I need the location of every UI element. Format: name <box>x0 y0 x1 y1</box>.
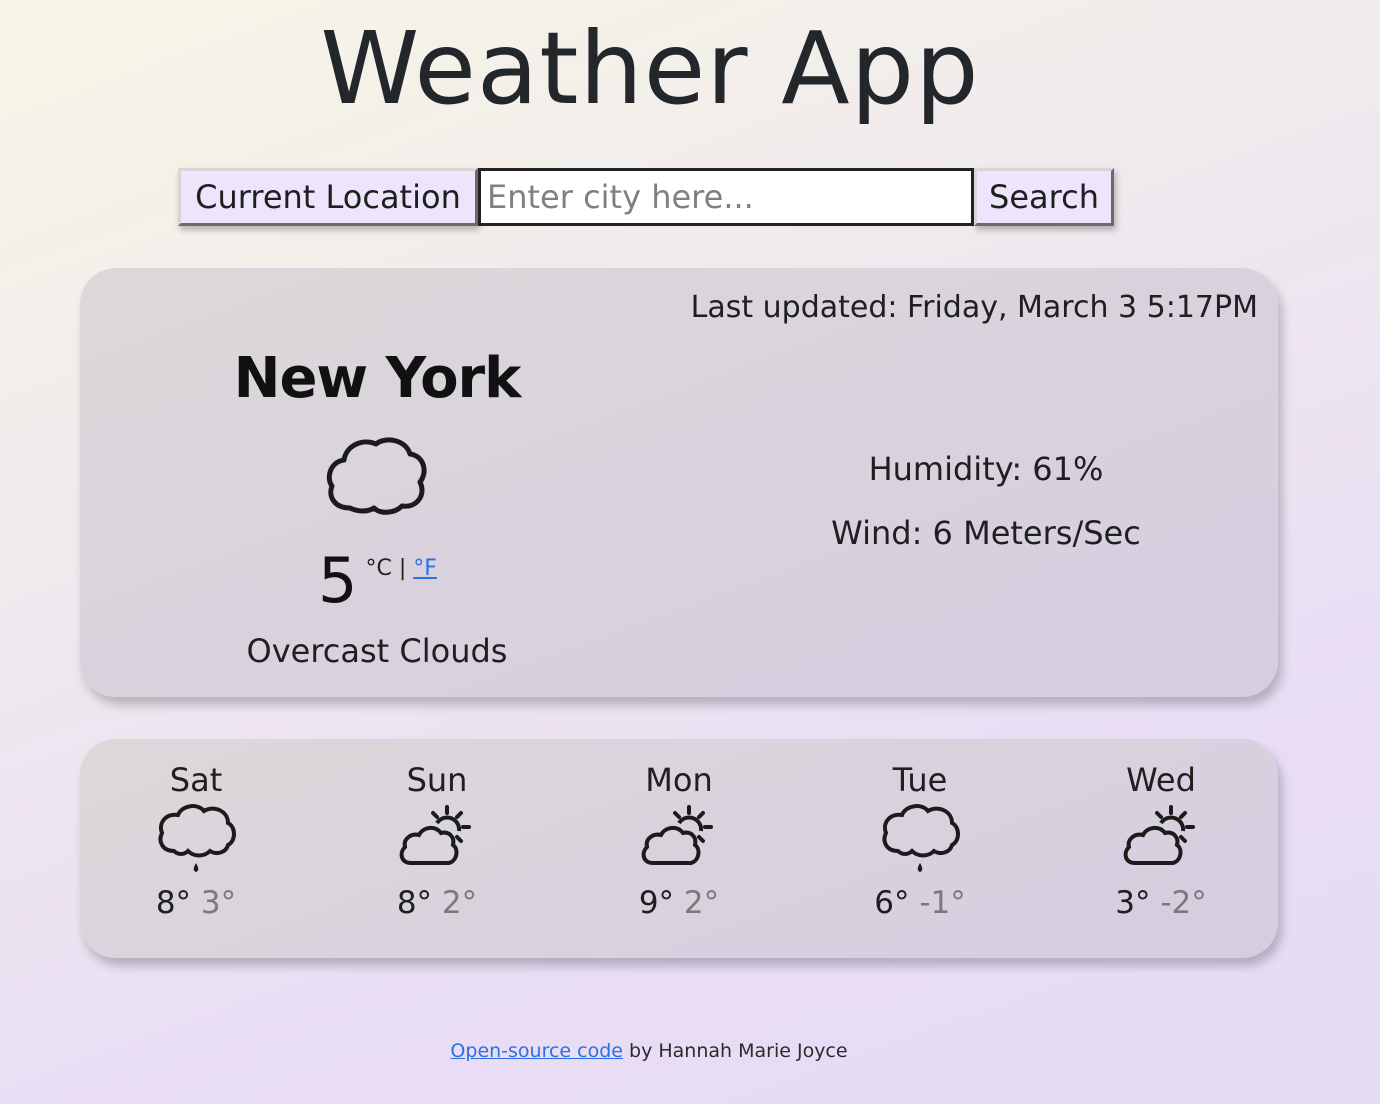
forecast-card: Sat 8° 3° Sun 8° 2° Mon 9° 2° Tue 6° -1°… <box>80 739 1278 958</box>
temperature-value: 5 <box>318 544 358 617</box>
forecast-max-temp: 8° <box>396 885 433 921</box>
forecast-day: Sat 8° 3° <box>126 761 266 921</box>
wind-text: Wind: 6 Meters/Sec <box>831 514 1141 552</box>
forecast-day: Sun 8° 2° <box>367 761 507 921</box>
fahrenheit-link[interactable]: °F <box>413 556 437 581</box>
forecast-day-name: Sat <box>169 761 223 799</box>
forecast-min-temp: 2° <box>441 885 478 921</box>
current-location-button[interactable]: Current Location <box>178 168 478 226</box>
forecast-min-temp: -2° <box>1160 885 1207 921</box>
forecast-max-temp: 8° <box>155 885 192 921</box>
rain-cloud-icon <box>158 804 236 872</box>
weather-description: Overcast Clouds <box>246 632 508 670</box>
forecast-temps: 8° 3° <box>126 885 266 921</box>
forecast-min-temp: 3° <box>200 885 237 921</box>
overcast-cloud-icon <box>326 437 427 515</box>
forecast-day-name: Tue <box>892 761 948 799</box>
forecast-min-temp: -1° <box>919 885 966 921</box>
sun-cloud-icon <box>399 805 471 865</box>
footer: Open-source code by Hannah Marie Joyce <box>0 1040 1298 1062</box>
forecast-temps: 3° -2° <box>1091 885 1231 921</box>
forecast-max-temp: 6° <box>874 885 910 921</box>
forecast-temps: 6° -1° <box>850 885 990 921</box>
open-source-link[interactable]: Open-source code <box>450 1040 623 1062</box>
forecast-day-name: Mon <box>645 761 713 799</box>
forecast-day-name: Sun <box>406 761 468 799</box>
weather-details: Humidity: 61% Wind: 6 Meters/Sec <box>786 450 1186 578</box>
forecast-temps: 9° 2° <box>609 885 749 921</box>
humidity-text: Humidity: 61% <box>868 450 1104 488</box>
forecast-temps: 8° 2° <box>367 885 507 921</box>
forecast-min-temp: 2° <box>683 885 720 921</box>
forecast-max-temp: 9° <box>638 885 675 921</box>
forecast-day: Mon 9° 2° <box>609 761 749 921</box>
last-updated-text: Last updated: Friday, March 3 5:17PM <box>690 290 1258 325</box>
city-search-input[interactable] <box>478 168 974 226</box>
city-name: New York <box>233 346 522 411</box>
current-weather-card: Last updated: Friday, March 3 5:17PM New… <box>80 268 1278 697</box>
forecast-row: Sat 8° 3° Sun 8° 2° Mon 9° 2° Tue 6° -1°… <box>80 761 1278 951</box>
sun-cloud-icon <box>641 805 713 865</box>
unit-separator: | <box>398 556 407 581</box>
forecast-day: Wed 3° -2° <box>1091 761 1231 921</box>
sun-cloud-icon <box>1123 805 1195 865</box>
search-form: Current Location Search <box>178 168 1114 226</box>
footer-credit: by Hannah Marie Joyce <box>622 1040 848 1062</box>
unit-toggle: °C | °F <box>365 556 436 581</box>
forecast-day-name: Wed <box>1126 761 1196 799</box>
temperature-display: 5 °C | °F <box>318 550 437 612</box>
celsius-label: °C <box>365 556 392 581</box>
forecast-max-temp: 3° <box>1115 885 1151 921</box>
app-title: Weather App <box>320 10 980 127</box>
rain-cloud-icon <box>882 804 960 872</box>
forecast-day: Tue 6° -1° <box>850 761 990 921</box>
search-button[interactable]: Search <box>974 168 1114 226</box>
